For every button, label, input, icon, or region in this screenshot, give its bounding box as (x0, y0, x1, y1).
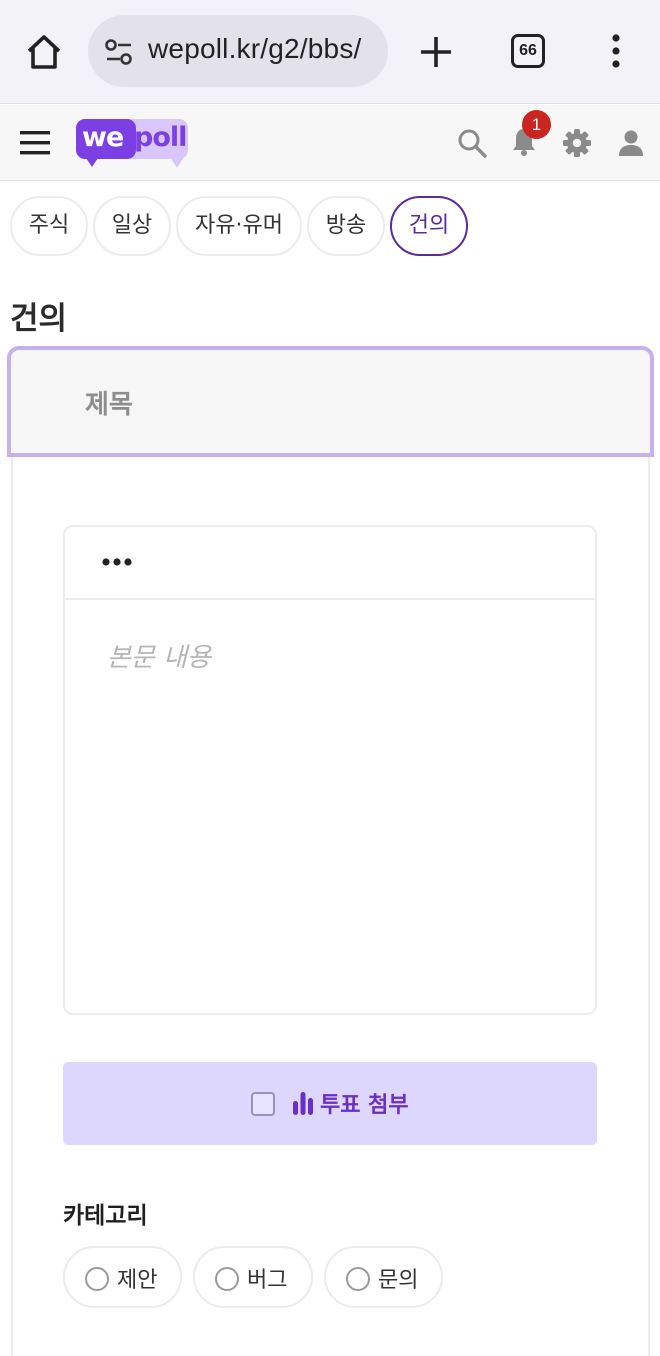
menu-button[interactable] (18, 127, 52, 159)
poll-attach-label: 투표 첨부 (320, 1093, 409, 1118)
new-tab-button[interactable] (414, 30, 458, 74)
body-editor[interactable]: 본문 내용 (63, 525, 597, 1015)
tab-free-humor[interactable]: 자유·유머 (176, 196, 302, 256)
wepoll-logo[interactable]: we poll (76, 117, 192, 175)
site-header: we poll (0, 105, 660, 181)
tab-broadcast[interactable]: 방송 (307, 196, 385, 256)
category-option-suggestion[interactable]: 제안 (63, 1246, 182, 1308)
category-heading: 카테고리 (63, 1203, 148, 1229)
title-input[interactable]: 제목 (7, 346, 654, 457)
logo-poll-tail (170, 157, 184, 168)
editor-toolbar (65, 527, 595, 600)
url-text: wepoll.kr/g2/bbs/ (148, 33, 362, 64)
gear-icon[interactable] (561, 127, 593, 159)
site-settings-icon[interactable] (104, 37, 134, 67)
radio-button[interactable] (85, 1267, 109, 1291)
poll-attach-toggle[interactable]: 투표 첨부 (63, 1062, 597, 1145)
home-button[interactable] (22, 30, 66, 74)
search-icon[interactable] (456, 127, 488, 159)
category-option-label: 버그 (247, 1268, 288, 1293)
category-option-bug[interactable]: 버그 (193, 1246, 313, 1308)
poll-attach-checkbox[interactable] (251, 1092, 275, 1116)
user-icon[interactable] (615, 127, 647, 159)
bar-chart-icon (293, 1092, 313, 1115)
more-options-icon[interactable] (101, 555, 135, 569)
category-option-label: 제안 (117, 1268, 158, 1293)
tab-stocks[interactable]: 주식 (10, 196, 88, 256)
logo-we-text: we (82, 122, 124, 153)
tab-suggestion[interactable]: 건의 (390, 196, 468, 256)
category-option-label: 문의 (378, 1268, 419, 1293)
address-bar[interactable]: wepoll.kr/g2/bbs/ (88, 15, 388, 87)
body-placeholder: 본문 내용 (107, 643, 211, 673)
hamburger-icon (20, 131, 50, 155)
radio-button[interactable] (215, 1267, 239, 1291)
radio-button[interactable] (346, 1267, 370, 1291)
browser-toolbar: wepoll.kr/g2/bbs/ 66 (0, 0, 660, 104)
notification-badge: 1 (522, 110, 551, 139)
logo-we-tail (84, 155, 100, 167)
logo-poll-text: poll (134, 122, 187, 153)
tab-daily[interactable]: 일상 (93, 196, 171, 256)
category-option-inquiry[interactable]: 문의 (324, 1246, 443, 1308)
home-icon (27, 35, 61, 69)
browser-menu-button[interactable] (598, 32, 634, 72)
kebab-menu-icon (612, 34, 620, 68)
tab-switcher-button[interactable]: 66 (511, 34, 545, 68)
title-placeholder: 제목 (85, 390, 133, 420)
plus-icon (421, 37, 451, 67)
page-title: 건의 (10, 301, 68, 337)
